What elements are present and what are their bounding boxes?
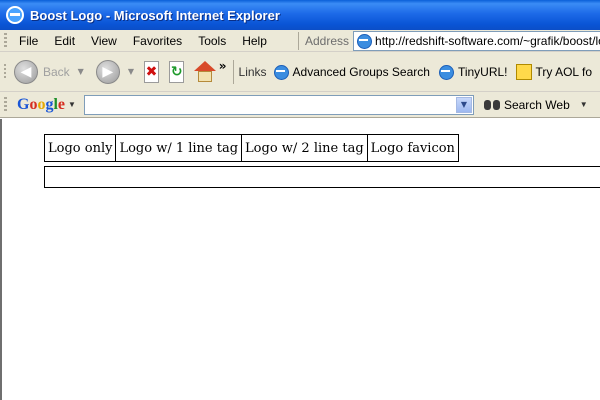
logo-panel <box>44 166 600 188</box>
back-dropdown-icon[interactable]: ▼ <box>78 67 84 76</box>
link-tinyurl[interactable]: TinyURL! <box>438 64 508 80</box>
link-label: TinyURL! <box>457 64 508 79</box>
refresh-icon[interactable]: ↻ <box>169 60 185 83</box>
google-search-input[interactable]: ▼ <box>83 94 474 115</box>
google-logo-letter: o <box>29 95 38 113</box>
divider <box>232 59 234 84</box>
tab-logo-1-line-tag[interactable]: Logo w/ 1 line tag <box>115 134 243 162</box>
google-toolbar: G o o g l e ▼ ▼ Search Web ▼ <box>0 92 600 118</box>
forward-button[interactable]: ▶ ▼ <box>95 59 134 84</box>
link-label: Advanced Groups Search <box>292 64 430 79</box>
toolbar-overflow-button[interactable]: » <box>219 59 227 73</box>
aol-icon <box>515 63 532 80</box>
address-text: http://redshift-software.com/~grafik/boo… <box>375 34 600 48</box>
home-base <box>198 70 213 82</box>
standard-toolbar: ◀ Back ▼ ▶ ▼ ✖ ↻ » Links Advanced Groups… <box>0 52 600 92</box>
google-logo-letter: g <box>45 95 54 113</box>
tab-logo-only[interactable]: Logo only <box>43 134 117 162</box>
tab-logo-favicon[interactable]: Logo favicon <box>366 134 459 162</box>
search-web-label: Search Web <box>503 97 570 112</box>
menu-edit[interactable]: Edit <box>46 34 83 48</box>
menu-file[interactable]: File <box>11 34 46 48</box>
tab-logo-2-line-tag[interactable]: Logo w/ 2 line tag <box>241 134 368 162</box>
menu-view[interactable]: View <box>83 34 125 48</box>
title-bar[interactable]: Boost Logo - Microsoft Internet Explorer <box>0 0 600 30</box>
links-label[interactable]: Links <box>239 65 267 79</box>
back-label: Back <box>42 64 70 79</box>
ie-logo-icon <box>6 6 24 24</box>
google-logo-letter: o <box>37 95 46 113</box>
divider <box>298 32 299 50</box>
page-content: Logo only Logo w/ 1 line tag Logo w/ 2 l… <box>0 119 600 400</box>
page-icon <box>273 64 289 80</box>
address-input[interactable]: http://redshift-software.com/~grafik/boo… <box>353 31 600 51</box>
window-border <box>0 119 2 400</box>
home-roof <box>194 60 217 71</box>
forward-arrow-icon: ▶ <box>95 59 120 84</box>
page-icon <box>356 33 373 49</box>
page-icon <box>438 64 454 80</box>
link-try-aol[interactable]: Try AOL fo <box>515 63 592 80</box>
binoculars-icon <box>483 98 500 112</box>
menu-favorites[interactable]: Favorites <box>125 34 190 48</box>
window-title: Boost Logo - Microsoft Internet Explorer <box>30 7 280 23</box>
google-logo-letter: G <box>17 95 30 113</box>
chevron-down-icon[interactable]: ▼ <box>580 100 588 109</box>
link-advanced-groups-search[interactable]: Advanced Groups Search <box>273 64 430 80</box>
menu-tools[interactable]: Tools <box>190 34 234 48</box>
link-label: Try AOL fo <box>535 64 592 79</box>
search-web-button[interactable]: Search Web ▼ <box>483 97 588 112</box>
toolbar-grip-icon[interactable] <box>4 32 7 49</box>
back-button[interactable]: ◀ Back ▼ <box>13 59 84 84</box>
address-bar: Address http://redshift-software.com/~gr… <box>298 30 600 52</box>
search-history-dropdown-icon[interactable]: ▼ <box>455 96 472 113</box>
back-arrow-icon: ◀ <box>13 59 38 84</box>
toolbar-grip-icon[interactable] <box>4 96 7 113</box>
menu-help[interactable]: Help <box>234 34 275 48</box>
google-logo-button[interactable]: G o o g l e ▼ <box>17 96 76 114</box>
links-bar: Links Advanced Groups Search TinyURL! Tr… <box>232 59 600 84</box>
address-label: Address <box>305 34 350 48</box>
toolbar-grip-icon[interactable] <box>4 63 6 80</box>
forward-dropdown-icon[interactable]: ▼ <box>128 67 134 76</box>
chevron-down-icon: ▼ <box>68 100 76 109</box>
home-icon[interactable] <box>194 60 217 83</box>
menu-bar: File Edit View Favorites Tools Help Addr… <box>0 30 600 52</box>
logo-tabs-table: Logo only Logo w/ 1 line tag Logo w/ 2 l… <box>43 134 459 162</box>
google-logo-letter: e <box>57 95 66 113</box>
stop-icon[interactable]: ✖ <box>143 60 160 83</box>
